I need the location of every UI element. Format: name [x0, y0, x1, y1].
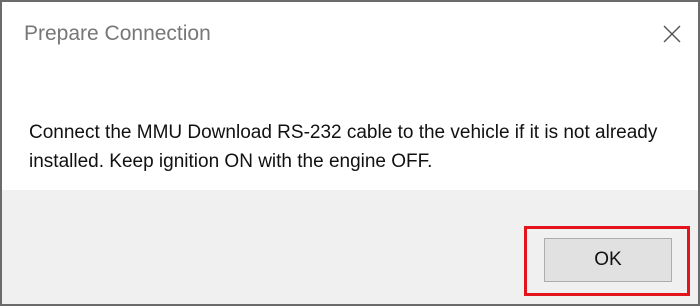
ok-button[interactable]: OK [544, 238, 672, 282]
title-bar: Prepare Connection [2, 2, 698, 64]
dialog-message: Connect the MMU Download RS-232 cable to… [29, 122, 658, 172]
dialog-content: Connect the MMU Download RS-232 cable to… [2, 64, 698, 190]
close-icon [663, 25, 681, 43]
window-title: Prepare Connection [24, 22, 211, 45]
button-bar: OK [2, 190, 698, 304]
prepare-connection-dialog: Prepare Connection Connect the MMU Downl… [0, 0, 700, 306]
close-button[interactable] [654, 16, 690, 52]
